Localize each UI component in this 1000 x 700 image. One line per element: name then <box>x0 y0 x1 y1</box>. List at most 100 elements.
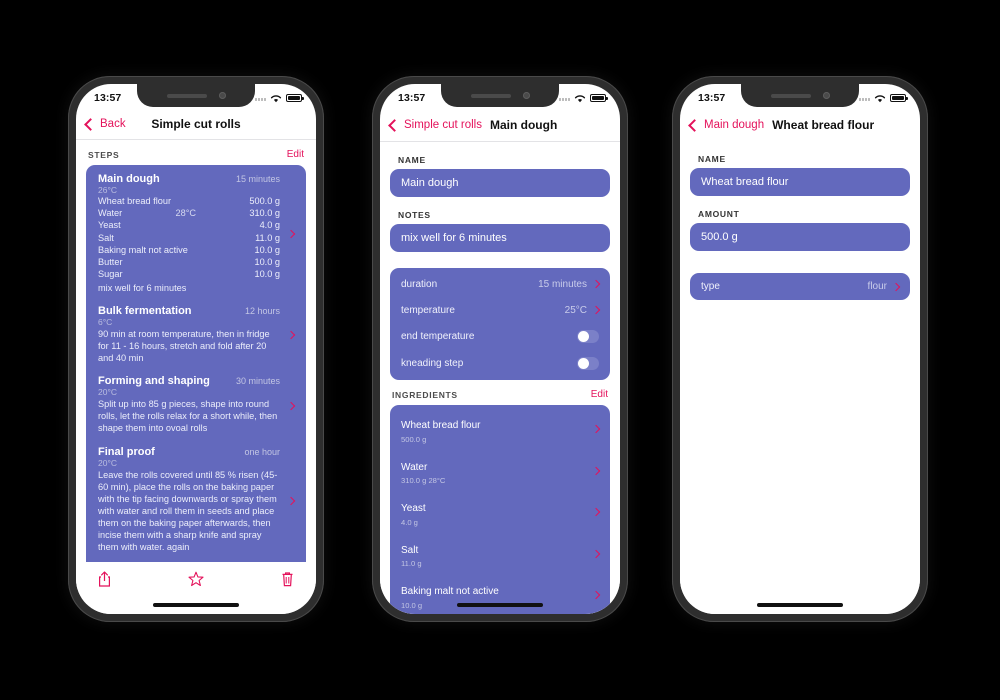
wifi-icon <box>874 94 886 102</box>
nav-bar: Main dough Wheat bread flour <box>680 110 920 141</box>
trash-icon[interactable] <box>281 571 294 587</box>
status-time: 13:57 <box>398 92 426 104</box>
page-title: Wheat bread flour <box>772 118 875 132</box>
share-icon[interactable] <box>98 571 111 587</box>
ingredient-row[interactable]: Wheat bread flour 500.0 g <box>390 409 610 451</box>
signal-icon <box>559 95 570 101</box>
dough-detail-content[interactable]: NAME Main dough NOTES mix well for 6 min… <box>380 142 620 614</box>
speaker-icon <box>470 93 511 98</box>
ingredient-amount: 500.0 g <box>249 196 280 206</box>
step-notes: Leave the rolls covered until 85 % risen… <box>98 469 278 553</box>
back-button[interactable]: Simple cut rolls <box>388 118 482 132</box>
notch <box>441 84 559 107</box>
back-label: Simple cut rolls <box>404 119 482 131</box>
phone-3-screen: 13:57 Main dough Wheat bread flour NAME … <box>680 84 920 614</box>
step-notes: Split up into 85 g pieces, shape into ro… <box>98 399 278 434</box>
signal-icon <box>859 95 870 101</box>
step-notes: 90 min at room temperature, then in frid… <box>98 328 270 364</box>
ingredient-row[interactable]: Yeast 4.0 g <box>390 492 610 534</box>
step-name: Final proof <box>98 445 155 458</box>
ingredient-amount: 10.0 g <box>254 244 280 255</box>
battery-icon <box>286 94 304 102</box>
home-indicator[interactable] <box>680 596 920 614</box>
step-notes: mix well for 6 minutes <box>98 282 187 293</box>
step-temperature: 20°C <box>98 457 117 468</box>
step-item[interactable]: Main dough 15 minutes 26°C Wheat bread f… <box>98 173 296 294</box>
step-ingredient-row: Salt 11.0 g <box>98 232 280 244</box>
step-duration: 15 minutes <box>235 174 280 184</box>
camera-icon <box>822 92 830 99</box>
chevron-right-icon <box>591 466 601 475</box>
section-label: INGREDIENTS <box>392 389 458 400</box>
chevron-right-icon <box>591 305 601 315</box>
ingredient-amount: 10.0 g <box>254 257 280 268</box>
chevron-right-icon[interactable] <box>286 396 296 414</box>
property-row-temperature[interactable]: temperature 25°C <box>390 297 610 323</box>
type-value: flour <box>867 281 887 292</box>
step-temperature: 26°C <box>98 185 117 195</box>
name-label: NAME <box>698 154 726 164</box>
ingredient-name: Water <box>98 208 123 219</box>
star-icon[interactable] <box>188 571 204 587</box>
phone-2-screen: 13:57 Simple cut rolls Main dough NAME M… <box>380 84 620 614</box>
chevron-right-icon[interactable] <box>286 491 296 509</box>
ingredient-amount: 4.0 g <box>259 220 280 231</box>
step-item[interactable]: Bulk fermentation 12 hours 6°C 90 min at… <box>98 305 296 364</box>
status-time: 13:57 <box>698 92 726 104</box>
ingredient-name: Wheat bread flour <box>401 420 481 431</box>
kneading-step-toggle[interactable] <box>577 357 599 370</box>
property-row-end-temperature[interactable]: end temperature <box>390 323 610 350</box>
step-ingredient-row: Baking malt not active 10.0 g <box>98 244 280 256</box>
edit-button[interactable]: Edit <box>287 149 304 160</box>
steps-card: Main dough 15 minutes 26°C Wheat bread f… <box>86 165 306 562</box>
name-input[interactable]: Main dough <box>390 169 610 197</box>
step-ingredient-row: Wheat bread flour 500.0 g <box>98 195 280 207</box>
property-key: kneading step <box>401 358 464 369</box>
chevron-right-icon <box>891 282 901 291</box>
home-indicator[interactable] <box>380 596 620 614</box>
notch <box>741 84 859 107</box>
property-row-kneading-step[interactable]: kneading step <box>390 350 610 377</box>
chevron-right-icon[interactable] <box>286 325 296 343</box>
back-label: Main dough <box>704 119 765 131</box>
property-key: end temperature <box>401 331 475 342</box>
steps-content[interactable]: STEPS Edit Main dough 15 minutes 26°C Wh… <box>76 140 316 562</box>
step-duration: 12 hours <box>244 305 280 316</box>
camera-icon <box>218 92 226 99</box>
property-key: duration <box>401 278 438 290</box>
property-row-duration[interactable]: duration 15 minutes <box>390 271 610 297</box>
phone-1: 13:57 Back Simple cut rolls STEPS Edit M… <box>68 76 324 622</box>
phone-3: 13:57 Main dough Wheat bread flour NAME … <box>672 76 928 622</box>
name-input[interactable]: Wheat bread flour <box>690 168 910 196</box>
ingredient-mid: 28°C <box>175 208 197 219</box>
notes-input[interactable]: mix well for 6 minutes <box>390 224 610 252</box>
step-item[interactable]: Forming and shaping 30 minutes 20°C Spli… <box>98 375 296 434</box>
battery-icon <box>590 94 608 102</box>
ingredient-row[interactable]: Water 310.0 g 28°C <box>390 451 610 493</box>
step-item[interactable]: Final proof one hour 20°C Leave the roll… <box>98 445 296 554</box>
nav-bar: Back Simple cut rolls <box>76 110 316 140</box>
home-indicator[interactable] <box>76 596 316 614</box>
ingredient-quantity: 4.0 g <box>401 517 418 527</box>
chevron-right-icon <box>591 508 601 517</box>
ingredient-detail-content[interactable]: NAME Wheat bread flour AMOUNT 500.0 g ty… <box>680 141 920 596</box>
notes-label: NOTES <box>398 210 431 220</box>
amount-input[interactable]: 500.0 g <box>690 223 910 251</box>
ingredient-name: Water <box>401 461 428 473</box>
ingredient-name: Baking malt not active <box>98 244 188 255</box>
ingredients-section-header: INGREDIENTS Edit <box>380 380 620 405</box>
step-duration: one hour <box>244 446 280 457</box>
ingredient-name: Butter <box>98 257 123 268</box>
name-label: NAME <box>398 155 426 165</box>
ingredient-row[interactable]: Salt 11.0 g <box>390 534 610 576</box>
type-row[interactable]: type flour <box>690 273 910 300</box>
ingredient-amount: 10.0 g <box>254 269 280 280</box>
battery-icon <box>890 94 908 102</box>
end-temperature-toggle[interactable] <box>577 330 599 343</box>
properties-card: duration 15 minutes temperature 25°C end… <box>390 268 610 380</box>
back-button[interactable]: Main dough <box>688 118 765 132</box>
edit-button[interactable]: Edit <box>591 389 608 400</box>
chevron-right-icon[interactable] <box>286 224 296 242</box>
back-button[interactable]: Back <box>84 117 126 131</box>
signal-icon <box>255 95 266 101</box>
